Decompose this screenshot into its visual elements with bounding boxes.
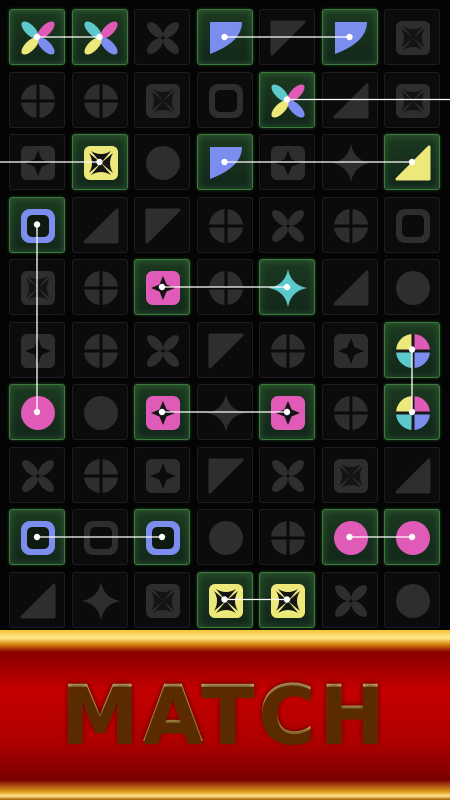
tile-r4-c3-quad-circle-icon[interactable] — [196, 259, 253, 315]
tile-r5-c1-quad-circle-icon[interactable] — [71, 321, 128, 378]
tile-r9-c4-x-square-icon[interactable] — [259, 571, 315, 628]
tile-r6-c6-quad-circle-icon[interactable] — [384, 384, 440, 440]
tile-r0-c6-x-square-icon[interactable] — [384, 9, 440, 65]
tile-r0-c1-pinwheel-icon[interactable] — [71, 9, 128, 65]
tile-r1-c5-triangle-icon[interactable] — [321, 71, 378, 128]
tile-r1-c1-quad-circle-icon[interactable] — [71, 71, 128, 128]
tile-r9-c0-triangle-icon[interactable] — [9, 571, 65, 628]
tile-r0-c4-wedge-icon[interactable] — [259, 9, 315, 65]
tile-r1-c0-quad-circle-icon[interactable] — [9, 71, 65, 128]
tile-r9-c6-circle-icon[interactable] — [384, 571, 440, 628]
tile-r6-c4-diamond-square-icon[interactable] — [259, 384, 315, 440]
tile-r1-c2-x-square-icon[interactable] — [134, 71, 190, 128]
tile-r4-c0-x-square-icon[interactable] — [9, 259, 65, 315]
tile-r8-c4-quad-circle-icon[interactable] — [259, 509, 315, 565]
tile-r3-c0-rounded-square-icon[interactable] — [9, 196, 65, 253]
tile-r3-c3-quad-circle-icon[interactable] — [196, 196, 253, 253]
tile-r4-c5-triangle-icon[interactable] — [321, 259, 378, 315]
tile-r7-c0-x-petals-icon[interactable] — [9, 446, 65, 503]
tile-r5-c4-quad-circle-icon[interactable] — [259, 321, 315, 378]
tile-r9-c1-star-icon[interactable] — [71, 571, 128, 628]
tile-r3-c1-triangle-icon[interactable] — [71, 196, 128, 253]
tile-r2-c5-star-icon[interactable] — [321, 134, 378, 190]
tile-r1-c3-rounded-square-icon[interactable] — [196, 71, 253, 128]
tile-r3-c5-quad-circle-icon[interactable] — [321, 196, 378, 253]
tile-r5-c6-quad-circle-icon[interactable] — [384, 321, 440, 378]
match-banner-text: MATCH — [0, 630, 450, 800]
tile-r2-c2-circle-icon[interactable] — [134, 134, 190, 190]
tile-board — [0, 0, 450, 640]
tile-r4-c6-circle-icon[interactable] — [384, 259, 440, 315]
tile-r4-c4-star-icon[interactable] — [259, 259, 315, 315]
tile-r5-c5-cross-square-icon[interactable] — [321, 321, 378, 378]
tile-r7-c6-triangle-icon[interactable] — [384, 446, 440, 503]
tile-r6-c5-quad-circle-icon[interactable] — [321, 384, 378, 440]
tile-r1-c6-x-square-icon[interactable] — [384, 71, 440, 128]
tile-r6-c1-circle-icon[interactable] — [71, 384, 128, 440]
tile-r7-c5-x-square-icon[interactable] — [321, 446, 378, 503]
tile-r0-c3-quarter-icon[interactable] — [196, 9, 253, 65]
tile-r8-c5-circle-icon[interactable] — [321, 509, 378, 565]
tile-r3-c2-wedge-icon[interactable] — [134, 196, 190, 253]
tile-r2-c6-triangle-icon[interactable] — [384, 134, 440, 190]
tile-r8-c2-rounded-square-icon[interactable] — [134, 509, 190, 565]
tile-r5-c0-cross-square-icon[interactable] — [9, 321, 65, 378]
tile-r2-c4-cross-square-icon[interactable] — [259, 134, 315, 190]
tile-r4-c1-quad-circle-icon[interactable] — [71, 259, 128, 315]
tile-r7-c4-x-petals-icon[interactable] — [259, 446, 315, 503]
tile-r0-c0-pinwheel-icon[interactable] — [9, 9, 65, 65]
match-banner: MATCH — [0, 630, 450, 800]
tile-r9-c3-x-square-icon[interactable] — [196, 571, 253, 628]
tile-r0-c5-quarter-icon[interactable] — [321, 9, 378, 65]
tile-r2-c0-cross-square-icon[interactable] — [9, 134, 65, 190]
tile-r2-c3-quarter-icon[interactable] — [196, 134, 253, 190]
tile-r2-c1-x-square-icon[interactable] — [71, 134, 128, 190]
tile-r9-c5-x-petals-icon[interactable] — [321, 571, 378, 628]
tile-r3-c4-x-petals-icon[interactable] — [259, 196, 315, 253]
tile-r7-c2-cross-square-icon[interactable] — [134, 446, 190, 503]
tile-r6-c0-circle-icon[interactable] — [9, 384, 65, 440]
tile-r8-c0-rounded-square-icon[interactable] — [9, 509, 65, 565]
tile-r0-c2-x-petals-icon[interactable] — [134, 9, 190, 65]
tile-r6-c3-star-icon[interactable] — [196, 384, 253, 440]
tile-r8-c6-circle-icon[interactable] — [384, 509, 440, 565]
tile-r8-c1-rounded-square-icon[interactable] — [71, 509, 128, 565]
tile-r1-c4-pinwheel-icon[interactable] — [259, 71, 315, 128]
tile-r7-c3-wedge-icon[interactable] — [196, 446, 253, 503]
tile-r5-c2-x-petals-icon[interactable] — [134, 321, 190, 378]
tile-r6-c2-diamond-square-icon[interactable] — [134, 384, 190, 440]
tile-r4-c2-diamond-square-icon[interactable] — [134, 259, 190, 315]
tile-r9-c2-x-square-icon[interactable] — [134, 571, 190, 628]
tile-r8-c3-circle-icon[interactable] — [196, 509, 253, 565]
tile-r3-c6-rounded-square-icon[interactable] — [384, 196, 440, 253]
tile-r7-c1-quad-circle-icon[interactable] — [71, 446, 128, 503]
game-screen: MATCH — [0, 0, 450, 800]
tile-r5-c3-wedge-icon[interactable] — [196, 321, 253, 378]
